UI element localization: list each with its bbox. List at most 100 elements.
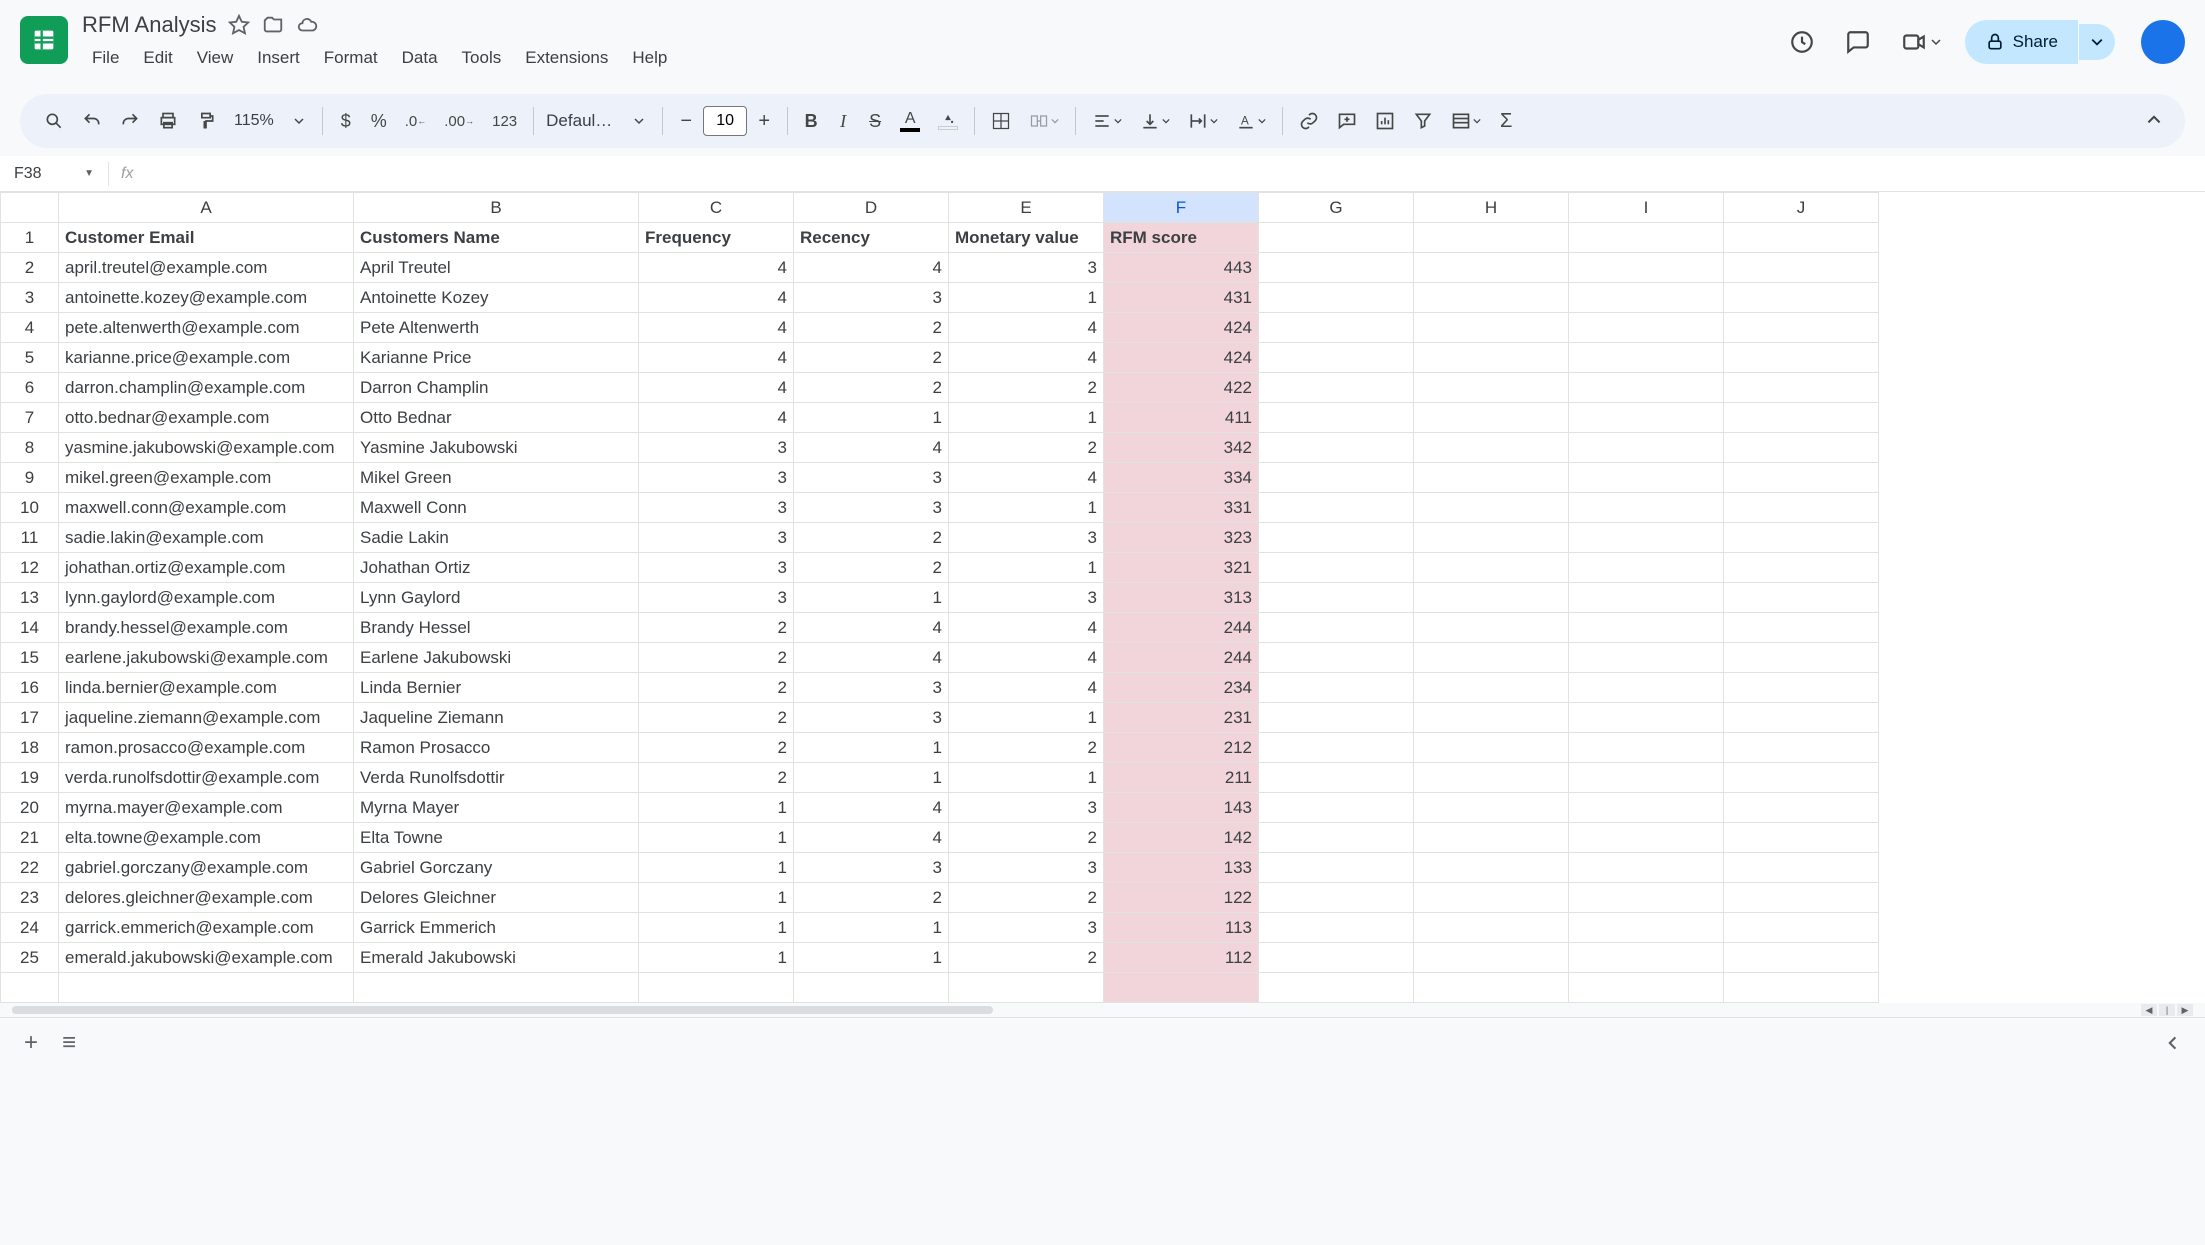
cell-D24[interactable]: 1 [794, 913, 949, 943]
meet-icon[interactable] [1895, 23, 1947, 61]
cell-E22[interactable]: 3 [949, 853, 1104, 883]
cell-E5[interactable]: 4 [949, 343, 1104, 373]
cell-J13[interactable] [1724, 583, 1879, 613]
cell-J15[interactable] [1724, 643, 1879, 673]
cell-H24[interactable] [1414, 913, 1569, 943]
cell-H23[interactable] [1414, 883, 1569, 913]
cell-B22[interactable]: Gabriel Gorczany [354, 853, 639, 883]
cell-H10[interactable] [1414, 493, 1569, 523]
cell-D10[interactable]: 3 [794, 493, 949, 523]
font-dropdown-icon[interactable] [624, 108, 654, 134]
cell-E9[interactable]: 4 [949, 463, 1104, 493]
cell-A10[interactable]: maxwell.conn@example.com [59, 493, 354, 523]
cell-F13[interactable]: 313 [1104, 583, 1259, 613]
cell-J7[interactable] [1724, 403, 1879, 433]
cell-H15[interactable] [1414, 643, 1569, 673]
cell-H14[interactable] [1414, 613, 1569, 643]
cell-A9[interactable]: mikel.green@example.com [59, 463, 354, 493]
row-header-21[interactable]: 21 [1, 823, 59, 853]
cell-B12[interactable]: Johathan Ortiz [354, 553, 639, 583]
cell-B14[interactable]: Brandy Hessel [354, 613, 639, 643]
row-header-1[interactable]: 1 [1, 223, 59, 253]
cell-G12[interactable] [1259, 553, 1414, 583]
cell-C8[interactable]: 3 [639, 433, 794, 463]
row-header-2[interactable]: 2 [1, 253, 59, 283]
cell-A1[interactable]: Customer Email [59, 223, 354, 253]
cell-F18[interactable]: 212 [1104, 733, 1259, 763]
cell-B3[interactable]: Antoinette Kozey [354, 283, 639, 313]
cell-I16[interactable] [1569, 673, 1724, 703]
cell-B11[interactable]: Sadie Lakin [354, 523, 639, 553]
cell-A16[interactable]: linda.bernier@example.com [59, 673, 354, 703]
cell-F20[interactable]: 143 [1104, 793, 1259, 823]
cell-C14[interactable]: 2 [639, 613, 794, 643]
cell-E25[interactable]: 2 [949, 943, 1104, 973]
cell-D3[interactable]: 3 [794, 283, 949, 313]
cell-I15[interactable] [1569, 643, 1724, 673]
cell-F14[interactable]: 244 [1104, 613, 1259, 643]
cell-I2[interactable] [1569, 253, 1724, 283]
cell-I21[interactable] [1569, 823, 1724, 853]
cell-E19[interactable]: 1 [949, 763, 1104, 793]
cell-J23[interactable] [1724, 883, 1879, 913]
account-avatar[interactable] [2141, 20, 2185, 64]
column-header-F[interactable]: F [1104, 193, 1259, 223]
cell-F4[interactable]: 424 [1104, 313, 1259, 343]
cell-D13[interactable]: 1 [794, 583, 949, 613]
cell-H16[interactable] [1414, 673, 1569, 703]
cell-I18[interactable] [1569, 733, 1724, 763]
cell-I25[interactable] [1569, 943, 1724, 973]
row-header-4[interactable]: 4 [1, 313, 59, 343]
cell-A17[interactable]: jaqueline.ziemann@example.com [59, 703, 354, 733]
cell-B18[interactable]: Ramon Prosacco [354, 733, 639, 763]
cell-G3[interactable] [1259, 283, 1414, 313]
cell-D17[interactable]: 3 [794, 703, 949, 733]
cell-J20[interactable] [1724, 793, 1879, 823]
column-header-A[interactable]: A [59, 193, 354, 223]
cell-C21[interactable]: 1 [639, 823, 794, 853]
row-header-6[interactable]: 6 [1, 373, 59, 403]
cell-F16[interactable]: 234 [1104, 673, 1259, 703]
cell-F15[interactable]: 244 [1104, 643, 1259, 673]
column-header-I[interactable]: I [1569, 193, 1724, 223]
cell-G22[interactable] [1259, 853, 1414, 883]
cell-B15[interactable]: Earlene Jakubowski [354, 643, 639, 673]
cell-C11[interactable]: 3 [639, 523, 794, 553]
vertical-align-icon[interactable] [1132, 103, 1178, 139]
cell-J24[interactable] [1724, 913, 1879, 943]
cell-A25[interactable]: emerald.jakubowski@example.com [59, 943, 354, 973]
cell-C24[interactable]: 1 [639, 913, 794, 943]
cell-D16[interactable]: 3 [794, 673, 949, 703]
cell-I17[interactable] [1569, 703, 1724, 733]
zoom-value[interactable]: 115% [226, 112, 282, 130]
cell-D9[interactable]: 3 [794, 463, 949, 493]
cell-B19[interactable]: Verda Runolfsdottir [354, 763, 639, 793]
cell-J12[interactable] [1724, 553, 1879, 583]
increase-decimal-icon[interactable]: .00→ [436, 105, 482, 138]
bold-icon[interactable]: B [796, 103, 826, 140]
more-formats-icon[interactable]: 123 [484, 105, 525, 138]
column-header-B[interactable]: B [354, 193, 639, 223]
cell-C1[interactable]: Frequency [639, 223, 794, 253]
insert-chart-icon[interactable] [1367, 103, 1403, 139]
cell-F10[interactable]: 331 [1104, 493, 1259, 523]
share-button[interactable]: Share [1965, 20, 2078, 64]
cell-G23[interactable] [1259, 883, 1414, 913]
cell-B9[interactable]: Mikel Green [354, 463, 639, 493]
cell-H25[interactable] [1414, 943, 1569, 973]
cell-F23[interactable]: 122 [1104, 883, 1259, 913]
cell-B23[interactable]: Delores Gleichner [354, 883, 639, 913]
row-header-10[interactable]: 10 [1, 493, 59, 523]
row-header-18[interactable]: 18 [1, 733, 59, 763]
row-header-12[interactable]: 12 [1, 553, 59, 583]
cell-G21[interactable] [1259, 823, 1414, 853]
cell-F9[interactable]: 334 [1104, 463, 1259, 493]
cell-A23[interactable]: delores.gleichner@example.com [59, 883, 354, 913]
cell-H2[interactable] [1414, 253, 1569, 283]
cell-G16[interactable] [1259, 673, 1414, 703]
cell-H5[interactable] [1414, 343, 1569, 373]
move-icon[interactable] [262, 14, 284, 36]
cell-A4[interactable]: pete.altenwerth@example.com [59, 313, 354, 343]
cell-E21[interactable]: 2 [949, 823, 1104, 853]
collapse-toolbar-icon[interactable] [2139, 106, 2169, 136]
